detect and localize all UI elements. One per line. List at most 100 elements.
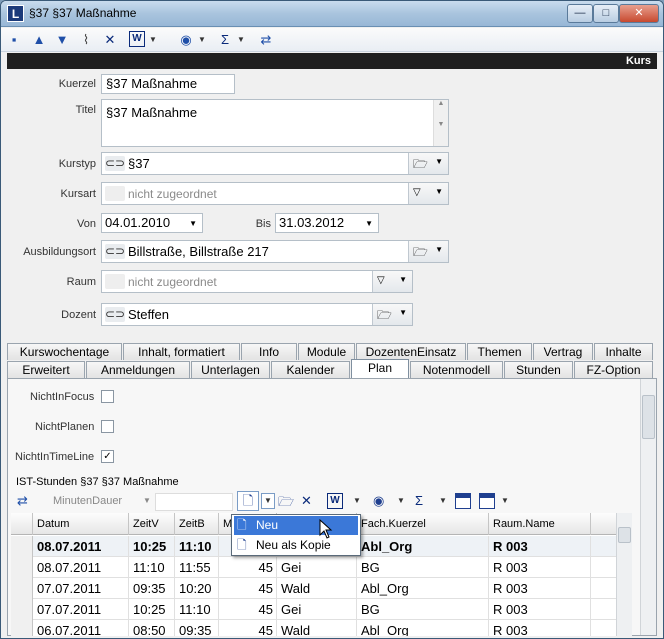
column-header-zeitb[interactable]: ZeitB [175, 513, 219, 535]
sum-dropdown-icon[interactable]: ▼ [439, 496, 447, 505]
nichtinfocus-label: NichtInFocus [30, 391, 95, 403]
word-dropdown-icon[interactable]: ▼ [149, 31, 157, 49]
save-icon[interactable]: ▪ [5, 31, 23, 49]
tab-inhalt-formatiert[interactable]: Inhalt, formatiert [123, 343, 240, 360]
sum-dropdown-icon[interactable]: ▼ [237, 31, 245, 49]
von-label: Von [77, 218, 96, 230]
grid-filter-input[interactable] [155, 493, 233, 511]
new-record-menu: 🗋 Neu 🗋 Neu als Kopie [231, 514, 361, 556]
tab-module[interactable]: Module [298, 343, 355, 360]
raum-select[interactable]: nicht zugeordnet ▽ ▼ [101, 270, 413, 293]
globe-icon[interactable]: ◉ [373, 493, 384, 509]
delete-icon[interactable]: ✕ [301, 493, 312, 509]
tab-dozenteneinsatz[interactable]: DozentenEinsatz [356, 343, 466, 360]
cell-raum: R 003 [489, 557, 591, 578]
ausbildungsort-select[interactable]: ⊂⊃ Billstraße, Billstraße 217 🗁 ▼ [101, 240, 449, 263]
tab-info[interactable]: Info [241, 343, 297, 360]
tabs-top-row: Kurswochentage Inhalt, formatiert Info M… [7, 343, 657, 360]
tab-plan[interactable]: Plan [351, 359, 409, 378]
kursart-value: nicht zugeordnet [128, 187, 217, 201]
chevron-down-icon[interactable]: ▼ [435, 157, 443, 166]
cell-minuten: 45 [219, 578, 277, 599]
column-layout-icon[interactable] [455, 493, 471, 509]
panel-scrollbar[interactable] [640, 379, 656, 635]
table-row[interactable]: 07.07.2011 10:25 11:10 45 Gei BG R 003 [11, 599, 617, 620]
arrow-down-icon[interactable]: ▼ [53, 31, 71, 49]
tab-kalender[interactable]: Kalender [271, 361, 350, 378]
folder-icon[interactable]: 🗁 [413, 243, 428, 264]
delete-icon[interactable]: ✕ [101, 31, 119, 49]
kurstyp-select[interactable]: ⊂⊃ §37 🗁 ▼ [101, 152, 449, 175]
grid-scrollbar[interactable] [616, 513, 632, 636]
close-button[interactable]: ✕ [619, 4, 659, 23]
chevron-down-icon[interactable]: ▼ [365, 215, 373, 233]
folder-icon[interactable]: 🗁 [413, 155, 428, 176]
sum-icon[interactable]: Σ [415, 493, 423, 508]
bis-date-input[interactable]: 31.03.2012 ▼ [275, 213, 379, 233]
nichtinfocus-checkbox[interactable] [101, 390, 114, 403]
tab-vertrag[interactable]: Vertrag [533, 343, 593, 360]
word-icon[interactable]: W [129, 31, 145, 47]
table-row[interactable]: 06.07.2011 08:50 09:35 45 Wald Abl_Org R… [11, 620, 617, 636]
refresh-icon[interactable]: ⇄ [257, 31, 275, 49]
folder-icon[interactable]: 🗁 [377, 306, 392, 327]
attachment-icon[interactable]: ⌇ [77, 31, 95, 49]
kursart-select[interactable]: nicht zugeordnet ▽ ▼ [101, 182, 449, 205]
kuerzel-input[interactable]: §37 Maßnahme [101, 74, 235, 94]
tab-erweitert[interactable]: Erweitert [7, 361, 85, 378]
menu-item-neu-als-kopie[interactable]: 🗋 Neu als Kopie [234, 536, 358, 555]
chevron-down-icon[interactable]: ▼ [399, 275, 407, 284]
titel-textarea[interactable]: §37 Maßnahme [101, 99, 449, 147]
grid-layout-dropdown-icon[interactable]: ▼ [501, 496, 509, 505]
sum-icon[interactable]: Σ [216, 31, 234, 49]
chevron-down-icon[interactable]: ▼ [189, 215, 197, 233]
column-header-fach-kuerzel[interactable]: Fach.Kuerzel [357, 513, 489, 535]
minimize-button[interactable]: — [567, 4, 593, 23]
cell-zeitb: 11:55 [175, 557, 219, 578]
table-row[interactable]: 08.07.2011 11:10 11:55 45 Gei BG R 003 [11, 557, 617, 578]
chevron-down-icon[interactable]: ▼ [435, 245, 443, 254]
tab-unterlagen[interactable]: Unterlagen [191, 361, 270, 378]
course-form: Kuerzel §37 Maßnahme Titel §37 Maßnahme … [7, 69, 657, 341]
tab-stunden[interactable]: Stunden [504, 361, 573, 378]
column-header-datum[interactable]: Datum [33, 513, 129, 535]
tab-themen[interactable]: Themen [467, 343, 532, 360]
panel-scrollbar-thumb[interactable] [642, 395, 655, 439]
chevron-down-icon[interactable]: ▼ [399, 308, 407, 317]
arrow-up-icon[interactable]: ▲ [30, 31, 48, 49]
menu-item-neu[interactable]: 🗋 Neu [234, 516, 358, 535]
column-header-raum-name[interactable]: Raum.Name [489, 513, 591, 535]
globe-dropdown-icon[interactable]: ▼ [397, 496, 405, 505]
grid-layout-icon[interactable] [479, 493, 495, 509]
cell-fach: Abl_Org [357, 536, 489, 557]
cell-raum: R 003 [489, 578, 591, 599]
new-record-icon[interactable]: 🗋 [237, 491, 259, 511]
tab-fz-option[interactable]: FZ-Option [574, 361, 653, 378]
globe-icon[interactable]: ◉ [177, 31, 195, 49]
minutendauer-dropdown-icon[interactable]: ▼ [143, 496, 151, 505]
von-date-input[interactable]: 04.01.2010 ▼ [101, 213, 203, 233]
filter-icon[interactable]: ▽ [413, 187, 421, 198]
new-record-dropdown-icon[interactable]: ▼ [261, 493, 275, 509]
tab-inhalte[interactable]: Inhalte [594, 343, 653, 360]
word-icon[interactable]: W [327, 493, 343, 509]
titel-scrollbar[interactable]: ▲ ▼ [433, 100, 448, 146]
word-dropdown-icon[interactable]: ▼ [353, 496, 361, 505]
nichtplanen-checkbox[interactable] [101, 420, 114, 433]
column-header-zeitv[interactable]: ZeitV [129, 513, 175, 535]
dozent-select[interactable]: ⊂⊃ Steffen 🗁 ▼ [101, 303, 413, 326]
maximize-button[interactable]: □ [593, 4, 619, 23]
refresh-icon[interactable]: ⇄ [17, 493, 28, 509]
tab-notenmodell[interactable]: Notenmodell [410, 361, 503, 378]
nichtintimeline-checkbox[interactable]: ✓ [101, 450, 114, 463]
globe-dropdown-icon[interactable]: ▼ [198, 31, 206, 49]
cell-minuten: 45 [219, 599, 277, 620]
filter-icon[interactable]: ▽ [377, 275, 385, 286]
chevron-down-icon[interactable]: ▼ [435, 187, 443, 196]
tab-anmeldungen[interactable]: Anmeldungen [86, 361, 190, 378]
grid-scrollbar-thumb[interactable] [618, 527, 631, 543]
tab-kurswochentage[interactable]: Kurswochentage [7, 343, 122, 360]
table-row[interactable]: 07.07.2011 09:35 10:20 45 Wald Abl_Org R… [11, 578, 617, 599]
row-indicator [11, 578, 33, 599]
folder-icon[interactable]: 🗁 [278, 493, 294, 515]
